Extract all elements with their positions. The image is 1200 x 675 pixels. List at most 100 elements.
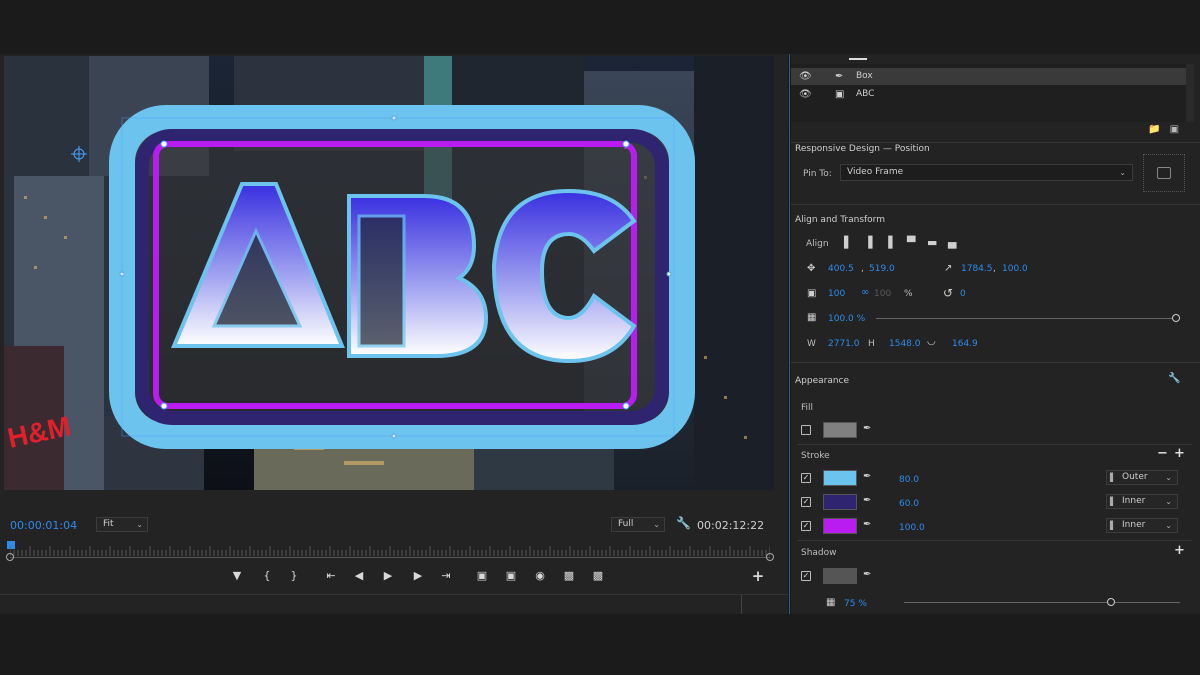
align-top-icon[interactable]: ▀ bbox=[907, 237, 919, 249]
opacity-value[interactable]: 100.0 % bbox=[828, 314, 865, 324]
current-timecode[interactable]: 00:00:01:04 bbox=[10, 519, 77, 532]
scale-icon: ▣ bbox=[807, 288, 817, 299]
timeline-ruler[interactable] bbox=[10, 544, 770, 558]
align-center-vertical-icon[interactable]: ▬ bbox=[927, 237, 939, 249]
divider bbox=[791, 204, 1200, 205]
eyedropper-icon[interactable]: ✒ bbox=[863, 495, 871, 506]
eyedropper-icon[interactable]: ✒ bbox=[863, 519, 871, 530]
shadow-opacity-slider-track[interactable] bbox=[904, 602, 1180, 603]
pin-edges-widget[interactable] bbox=[1143, 154, 1185, 192]
stroke-3-type-dropdown[interactable]: ▌ Inner ⌄ bbox=[1106, 518, 1178, 533]
step-forward-icon[interactable]: ▶ bbox=[410, 568, 426, 584]
layer-item-box[interactable]: 👁 ✒ Box bbox=[791, 68, 1186, 85]
stroke-2-width[interactable]: 60.0 bbox=[899, 499, 919, 509]
stroke-3-width[interactable]: 100.0 bbox=[899, 523, 925, 533]
link-icon[interactable]: ∞ bbox=[861, 287, 869, 298]
shadow-opacity-value[interactable]: 75 % bbox=[844, 599, 867, 609]
mark-out-icon[interactable]: } bbox=[286, 568, 302, 584]
out-point-handle[interactable] bbox=[766, 553, 774, 561]
eye-icon[interactable]: 👁 bbox=[799, 68, 812, 85]
chevron-down-icon: ⌄ bbox=[653, 520, 660, 529]
step-back-icon[interactable]: ◀ bbox=[351, 568, 367, 584]
add-marker-icon[interactable]: ▼ bbox=[229, 568, 245, 584]
go-to-out-icon[interactable]: ⇥ bbox=[438, 568, 454, 584]
in-point-handle[interactable] bbox=[6, 553, 14, 561]
extract-icon[interactable]: ▣ bbox=[503, 568, 519, 584]
align-right-icon[interactable]: ▐ bbox=[884, 237, 896, 249]
layer-item-abc[interactable]: 👁 ▣ ABC bbox=[791, 86, 1186, 103]
zoom-dropdown[interactable]: Fit ⌄ bbox=[96, 517, 148, 532]
export-frame-icon[interactable]: ◉ bbox=[532, 568, 548, 584]
stroke-1-width[interactable]: 80.0 bbox=[899, 475, 919, 485]
wrench-icon[interactable]: 🔧 bbox=[676, 516, 691, 530]
stroke-1-color-swatch[interactable] bbox=[823, 470, 857, 486]
stroke-3-type: Inner bbox=[1122, 520, 1146, 530]
eyedropper-icon[interactable]: ✒ bbox=[863, 471, 871, 482]
layers-list: 👁 ✒ Box 👁 ▣ ABC bbox=[791, 64, 1186, 122]
folder-icon[interactable]: 📁 bbox=[1148, 124, 1160, 135]
layers-scrollbar[interactable] bbox=[1186, 64, 1194, 122]
add-shadow-icon[interactable]: + bbox=[1174, 543, 1185, 558]
top-bar bbox=[0, 0, 1200, 54]
stroke-1-type-dropdown[interactable]: ▌ Outer ⌄ bbox=[1106, 470, 1178, 485]
eyedropper-icon[interactable]: ✒ bbox=[863, 423, 871, 434]
pin-to-label: Pin To: bbox=[803, 169, 832, 179]
position-x[interactable]: 400.5 bbox=[828, 264, 854, 274]
opacity-slider-track[interactable] bbox=[876, 318, 1176, 319]
proxy-toggle-icon[interactable]: ▩ bbox=[590, 568, 606, 584]
wrench-icon[interactable]: 🔧 bbox=[1168, 373, 1180, 384]
mark-in-icon[interactable]: { bbox=[259, 568, 275, 584]
video-preview[interactable]: H&M bbox=[4, 56, 774, 490]
stroke-2-type-dropdown[interactable]: ▌ Inner ⌄ bbox=[1106, 494, 1178, 509]
video-frame: H&M bbox=[4, 56, 774, 490]
stroke-3-color-swatch[interactable] bbox=[823, 518, 857, 534]
shadow-checkbox[interactable]: ✓ bbox=[801, 571, 811, 581]
play-icon[interactable]: ▶ bbox=[380, 568, 396, 584]
width-label: W bbox=[807, 339, 816, 349]
chevron-down-icon: ⌄ bbox=[1119, 168, 1126, 177]
stroke-1-checkbox[interactable]: ✓ bbox=[801, 473, 811, 483]
responsive-design-title: Responsive Design — Position bbox=[795, 144, 930, 154]
stroke-3-checkbox[interactable]: ✓ bbox=[801, 521, 811, 531]
stroke-2-checkbox[interactable]: ✓ bbox=[801, 497, 811, 507]
add-button-icon[interactable]: + bbox=[750, 568, 766, 584]
remove-stroke-icon[interactable]: − bbox=[1157, 446, 1168, 461]
stroke-2-color-swatch[interactable] bbox=[823, 494, 857, 510]
align-bottom-icon[interactable]: ▄ bbox=[948, 237, 960, 249]
lift-icon[interactable]: ▣ bbox=[474, 568, 490, 584]
rotation-value[interactable]: 0 bbox=[960, 289, 966, 299]
stroke-type-icon: ▌ bbox=[1110, 497, 1117, 506]
eye-icon[interactable]: 👁 bbox=[799, 86, 812, 103]
align-left-icon[interactable]: ▌ bbox=[844, 237, 856, 249]
pin-center-box[interactable] bbox=[1157, 167, 1171, 179]
fill-checkbox[interactable] bbox=[801, 425, 811, 435]
transport-controls: ▼ { } ⇤ ◀ ▶ ▶ ⇥ ▣ ▣ ◉ ▩ ▩ + bbox=[0, 568, 788, 588]
width-value[interactable]: 2771.0 bbox=[828, 339, 860, 349]
opacity-icon: ▦ bbox=[807, 312, 817, 323]
height-value[interactable]: 1548.0 bbox=[889, 339, 921, 349]
separator-comma: , bbox=[993, 264, 996, 274]
anchor-y[interactable]: 100.0 bbox=[1002, 264, 1028, 274]
opacity-slider-knob[interactable] bbox=[1172, 314, 1180, 322]
eyedropper-icon[interactable]: ✒ bbox=[863, 569, 871, 580]
scale-value[interactable]: 100 bbox=[828, 289, 845, 299]
corner-radius-value[interactable]: 164.9 bbox=[952, 339, 978, 349]
align-center-horizontal-icon[interactable]: ▐ bbox=[864, 237, 876, 249]
fill-color-swatch[interactable] bbox=[823, 422, 857, 438]
new-layer-icon[interactable]: ▣ bbox=[1170, 124, 1179, 135]
go-to-in-icon[interactable]: ⇤ bbox=[323, 568, 339, 584]
resolution-dropdown[interactable]: Full ⌄ bbox=[611, 517, 665, 532]
shadow-label: Shadow bbox=[801, 548, 837, 558]
position-y[interactable]: 519.0 bbox=[869, 264, 895, 274]
scrub-bar[interactable] bbox=[10, 557, 770, 558]
comparison-view-icon[interactable]: ▩ bbox=[561, 568, 577, 584]
scale-height[interactable]: 100 bbox=[874, 289, 891, 299]
height-label: H bbox=[868, 339, 875, 349]
anchor-x[interactable]: 1784.5 bbox=[961, 264, 993, 274]
shadow-opacity-slider-knob[interactable] bbox=[1107, 598, 1115, 606]
anchor-point-icon: ↗ bbox=[944, 263, 953, 274]
add-stroke-icon[interactable]: + bbox=[1174, 446, 1185, 461]
shadow-color-swatch[interactable] bbox=[823, 568, 857, 584]
pin-to-dropdown[interactable]: Video Frame ⌄ bbox=[840, 164, 1133, 181]
duration-timecode: 00:02:12:22 bbox=[697, 519, 765, 532]
